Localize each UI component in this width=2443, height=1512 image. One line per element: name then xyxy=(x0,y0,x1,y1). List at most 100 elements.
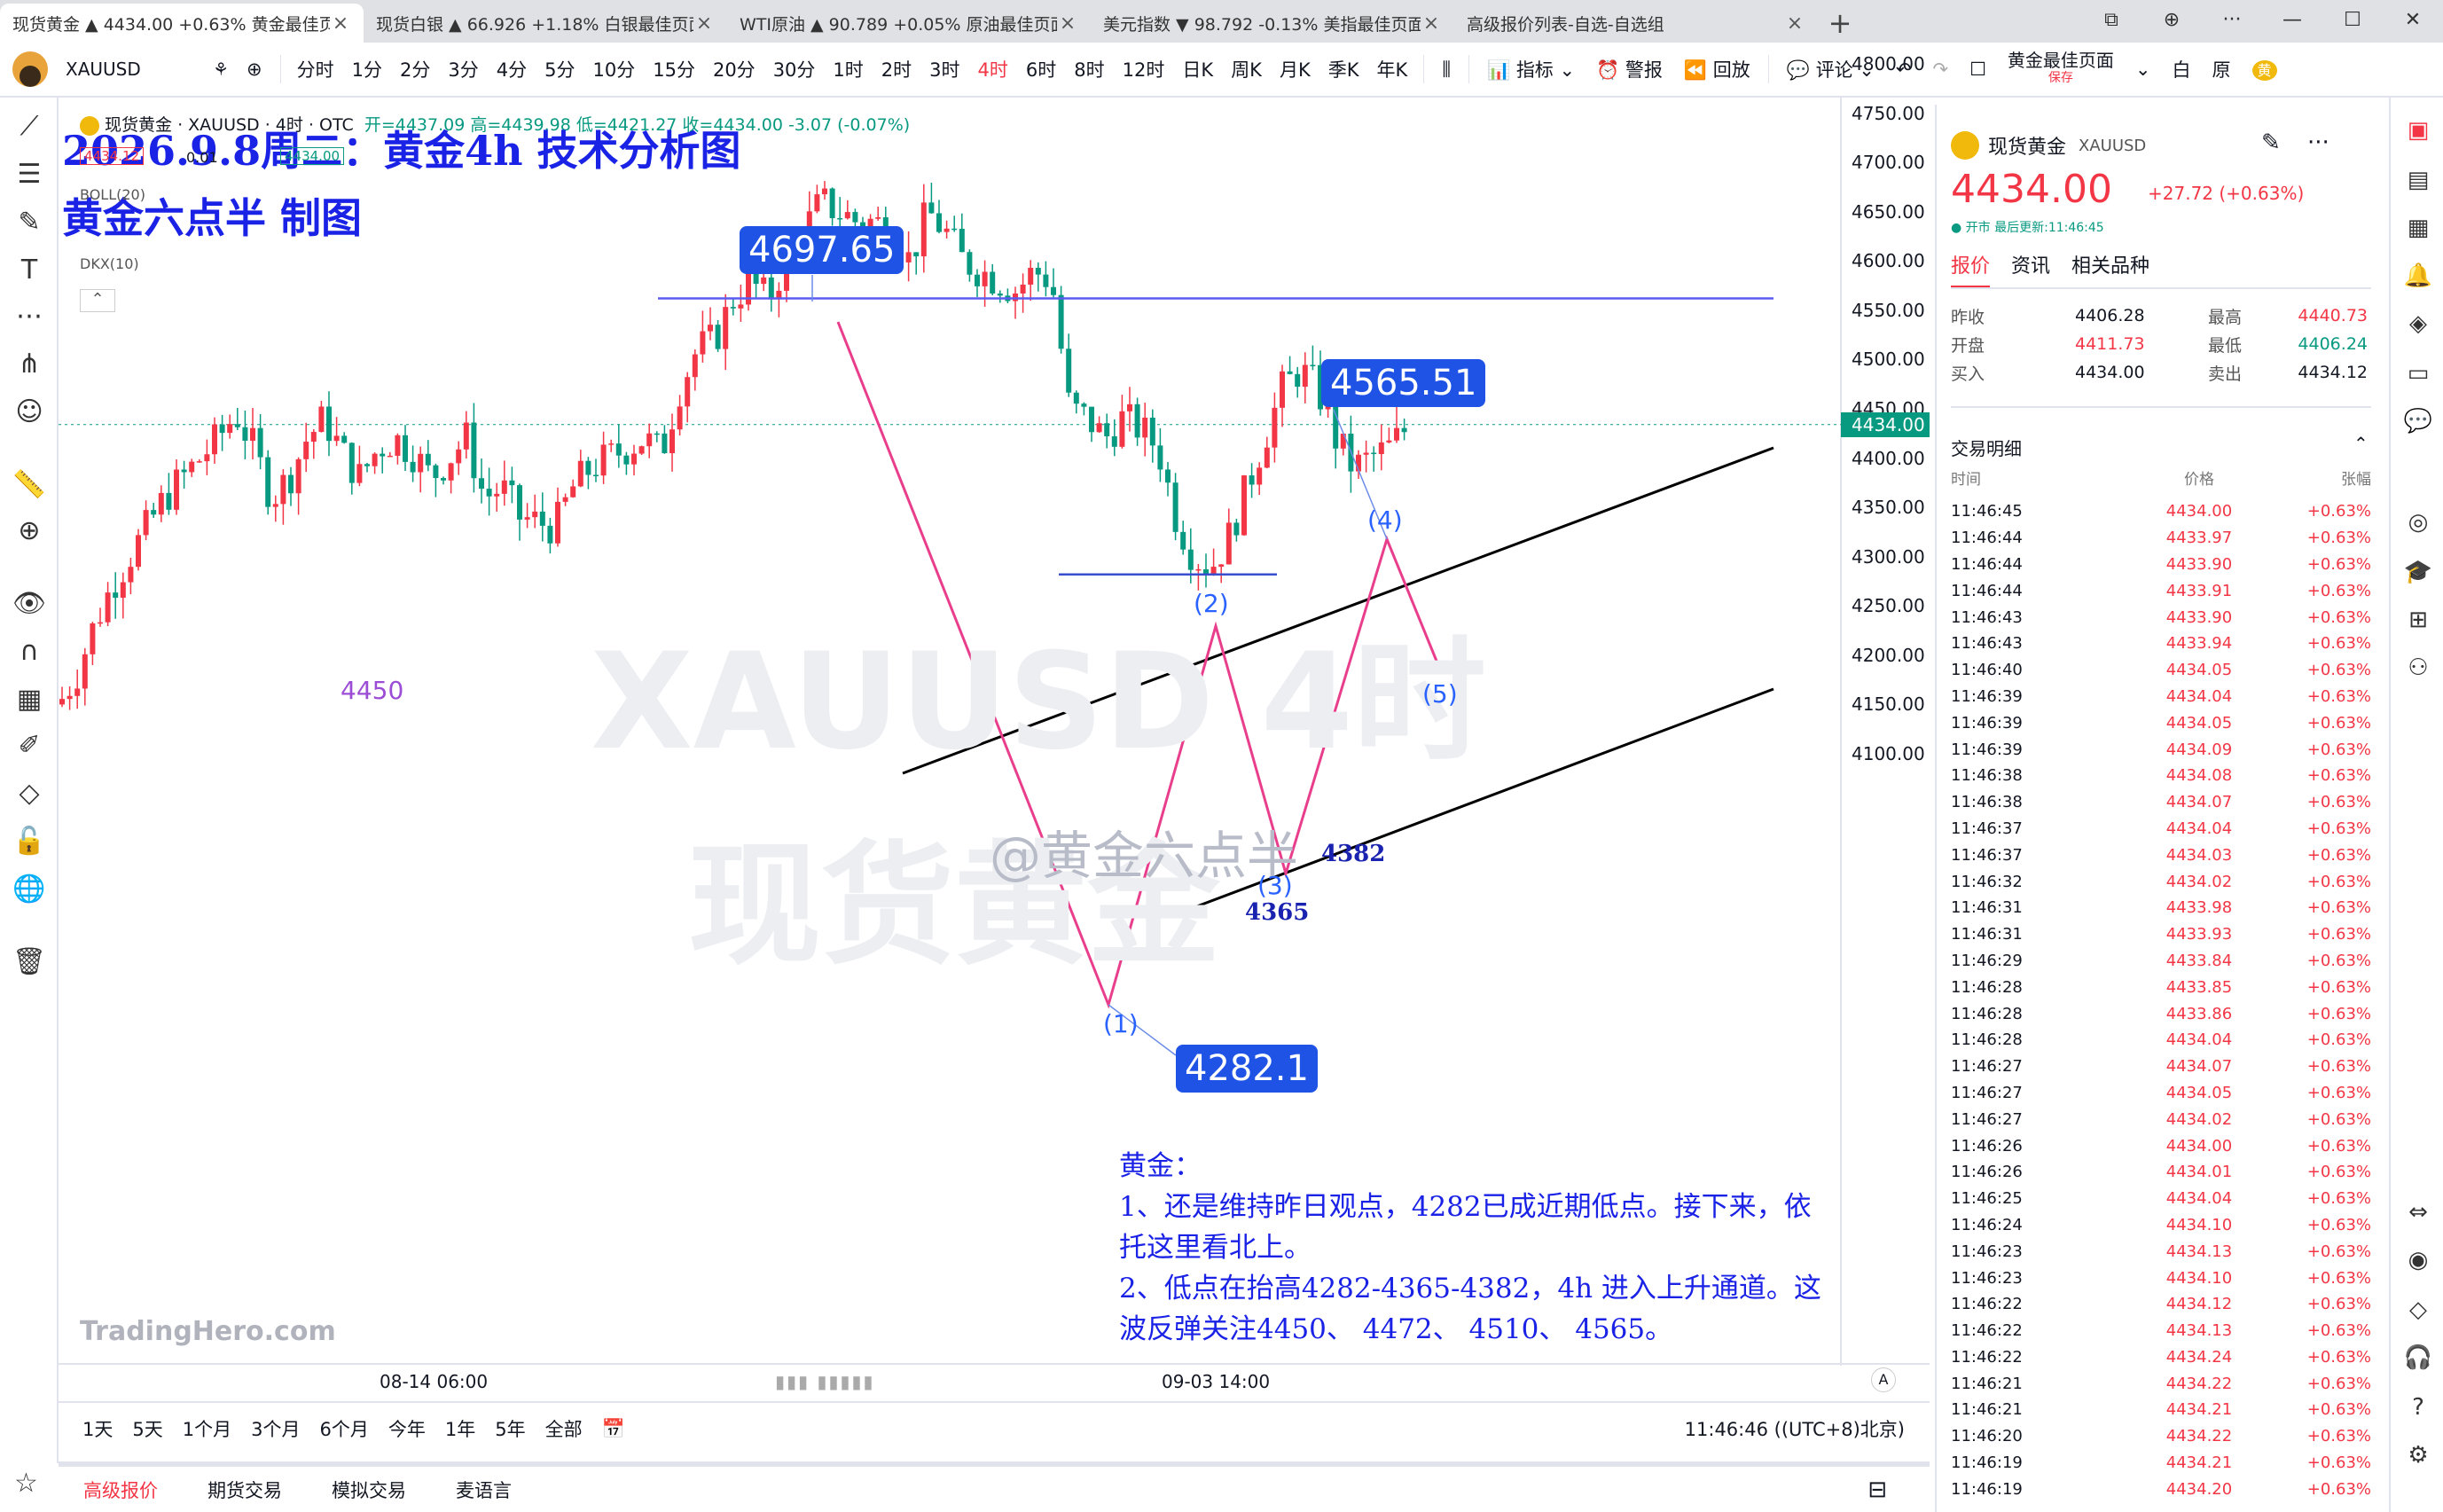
calendar-icon[interactable]: ▦ xyxy=(12,683,46,717)
alerts-button[interactable]: ⏰ 警报 xyxy=(1586,56,1673,82)
add-symbol-icon[interactable]: ⊕ xyxy=(236,59,273,80)
range-5[interactable]: 今年 xyxy=(379,1415,435,1442)
interval-1[interactable]: 1分 xyxy=(343,56,391,82)
layout-menu-icon[interactable]: ⌄ xyxy=(2125,59,2162,80)
close-tab-icon[interactable]: × xyxy=(1421,12,1442,35)
collapse-trades-icon[interactable]: ⌃ xyxy=(2353,433,2369,454)
interval-13[interactable]: 4时 xyxy=(969,56,1017,82)
interval-15[interactable]: 8时 xyxy=(1065,56,1113,82)
close-tab-icon[interactable]: × xyxy=(330,12,351,35)
footer-tab-1[interactable]: 期货交易 xyxy=(183,1477,307,1503)
settings-icon[interactable]: ⚙ xyxy=(2403,1440,2433,1470)
clock-display[interactable]: 11:46:46 ((UTC+8)北京) xyxy=(1685,1415,1905,1442)
interval-6[interactable]: 10分 xyxy=(583,56,644,82)
footer-tab-3[interactable]: 麦语言 xyxy=(431,1477,536,1503)
help-icon[interactable]: ? xyxy=(2403,1392,2433,1422)
chart-type-icon[interactable]: ⫼ xyxy=(1431,59,1461,81)
community-icon[interactable]: ⚇ xyxy=(2403,653,2433,683)
compare-icon[interactable]: ⇔ xyxy=(2403,1197,2433,1227)
range-4[interactable]: 6个月 xyxy=(310,1415,379,1442)
panel-tab-0[interactable]: 报价 xyxy=(1951,250,1991,288)
video-icon[interactable]: ▭ xyxy=(2403,358,2433,388)
panel-tab-2[interactable]: 相关品种 xyxy=(2071,250,2149,288)
pattern-icon[interactable]: ⋯ xyxy=(12,300,46,333)
browser-tab[interactable]: 现货白银 ▲ 66.926 +1.18% 白银最佳页面 × xyxy=(364,4,727,43)
close-tab-icon[interactable]: × xyxy=(693,12,715,35)
window-control-3[interactable]: — xyxy=(2262,9,2322,31)
time-scroll-handle[interactable]: ▮▮▮ ▮▮▮▮▮ xyxy=(775,1371,874,1392)
tag-icon[interactable]: ◇ xyxy=(2403,1295,2433,1325)
replay-button[interactable]: ⏪ 回放 xyxy=(1673,56,1761,82)
window-control-2[interactable]: ··· xyxy=(2202,9,2262,31)
footer-tab-2[interactable]: 模拟交易 xyxy=(307,1477,431,1503)
cursor-icon[interactable]: ⟋ xyxy=(12,110,46,144)
interval-21[interactable]: 年K xyxy=(1368,56,1417,82)
fullscreen-icon[interactable]: ☐ xyxy=(1959,59,1997,80)
theme-original-button[interactable]: 原 xyxy=(2202,56,2242,82)
date-range-icon[interactable]: 📅 xyxy=(592,1418,635,1440)
new-tab-button[interactable]: + xyxy=(1818,4,1862,43)
interval-18[interactable]: 周K xyxy=(1222,56,1271,82)
theme-white-button[interactable]: 白 xyxy=(2162,56,2202,82)
more-icon[interactable]: ··· xyxy=(2307,129,2329,156)
dkx-indicator[interactable]: DKX(10) xyxy=(80,255,139,272)
time-axis[interactable]: 08-14 06:00 ▮▮▮ ▮▮▮▮▮ 09-03 14:00 A xyxy=(59,1366,1930,1398)
interval-10[interactable]: 1时 xyxy=(824,56,872,82)
window-control-5[interactable]: ✕ xyxy=(2383,9,2443,31)
user-badge[interactable]: 黄 xyxy=(2242,59,2288,81)
range-8[interactable]: 全部 xyxy=(536,1415,592,1442)
range-3[interactable]: 3个月 xyxy=(241,1415,309,1442)
boll-indicator[interactable]: BOLL(20) xyxy=(80,186,145,203)
auto-scale-button[interactable]: A xyxy=(1871,1367,1896,1392)
range-0[interactable]: 1天 xyxy=(73,1415,122,1442)
eye-icon[interactable]: 👁 xyxy=(12,587,46,621)
symbol-search[interactable]: XAUUSD ⚘ xyxy=(59,51,236,87)
browser-tab[interactable]: 美元指数 ▼ 98.792 -0.13% 美指最佳页面 × xyxy=(1091,4,1454,43)
close-tab-icon[interactable]: × xyxy=(1784,12,1805,35)
globe-icon[interactable]: 🌐 xyxy=(12,873,46,906)
interval-4[interactable]: 4分 xyxy=(488,56,536,82)
window-control-4[interactable]: ☐ xyxy=(2322,9,2383,31)
interval-3[interactable]: 3分 xyxy=(439,56,487,82)
interval-8[interactable]: 20分 xyxy=(704,56,764,82)
panel-tab-1[interactable]: 资讯 xyxy=(2011,250,2050,288)
brush-icon[interactable]: ✎ xyxy=(12,206,46,239)
lock-icon[interactable]: 🔓 xyxy=(12,825,46,858)
interval-14[interactable]: 6时 xyxy=(1017,56,1065,82)
interval-17[interactable]: 日K xyxy=(1173,56,1222,82)
quote-list-icon[interactable]: ▣ xyxy=(2403,115,2433,145)
range-7[interactable]: 5年 xyxy=(485,1415,535,1442)
layout-save[interactable]: 黄金最佳页面 保存 xyxy=(1997,51,2125,87)
browser-tab[interactable]: WTI原油 ▲ 90.789 +0.05% 原油最佳页面 × xyxy=(727,4,1091,43)
interval-2[interactable]: 2分 xyxy=(391,56,439,82)
range-6[interactable]: 1年 xyxy=(435,1415,485,1442)
interval-5[interactable]: 5分 xyxy=(536,56,583,82)
text-tool-icon[interactable]: T xyxy=(12,254,46,287)
interval-7[interactable]: 15分 xyxy=(644,56,704,82)
range-2[interactable]: 1个月 xyxy=(173,1415,241,1442)
eye-icon[interactable]: ◉ xyxy=(2403,1245,2433,1275)
minimize-panel-icon[interactable]: ⊟ xyxy=(1843,1477,1912,1503)
zoom-icon[interactable]: ⊕ xyxy=(12,514,46,548)
headset-icon[interactable]: 🎧 xyxy=(2403,1343,2433,1373)
alert-bell-icon[interactable]: 🔔 xyxy=(2403,261,2433,291)
interval-0[interactable]: 分时 xyxy=(288,56,343,82)
interval-16[interactable]: 12时 xyxy=(1114,56,1174,82)
interval-12[interactable]: 3时 xyxy=(920,56,968,82)
symbol-menu-icon[interactable]: ⚘ xyxy=(213,59,229,80)
edit-icon[interactable]: ✎ xyxy=(2261,129,2281,156)
target-icon[interactable]: ◎ xyxy=(2403,507,2433,537)
graduation-icon[interactable]: 🎓 xyxy=(2403,557,2433,587)
layers-icon[interactable]: ◈ xyxy=(2403,309,2433,339)
interval-11[interactable]: 2时 xyxy=(873,56,920,82)
trash-icon[interactable]: 🗑 xyxy=(12,945,46,979)
avatar[interactable] xyxy=(12,51,48,87)
indicators-button[interactable]: 📊 指标 ⌄ xyxy=(1476,56,1586,82)
interval-9[interactable]: 30分 xyxy=(764,56,825,82)
browser-tab[interactable]: 高级报价列表-自选-自选组 × xyxy=(1454,4,1818,43)
ruler-icon[interactable]: 📏 xyxy=(12,468,46,502)
footer-tab-0[interactable]: 高级报价 xyxy=(59,1477,183,1503)
eraser-icon[interactable]: ◇ xyxy=(12,777,46,811)
pen-lock-icon[interactable]: ✐ xyxy=(12,729,46,763)
magnet-icon[interactable]: ∩ xyxy=(12,635,46,669)
